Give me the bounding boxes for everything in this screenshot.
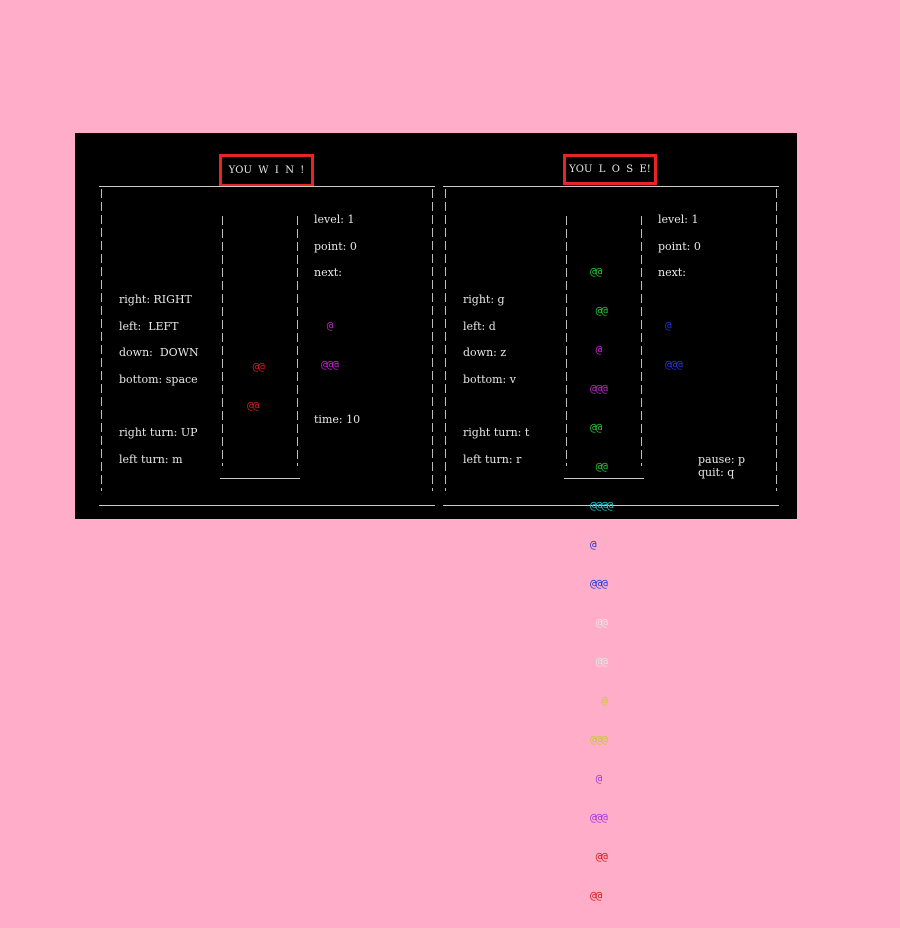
player2-stack-row: @ (590, 694, 608, 707)
player1-control-left-turn: left turn: m (119, 453, 183, 466)
player2-pause-key: pause: p (698, 453, 746, 466)
player1-falling-piece-row: @@ (247, 360, 265, 373)
player1-control-right-turn: right turn: UP (119, 426, 198, 439)
player1-well-left-wall (222, 216, 223, 466)
player1-left-border (101, 189, 102, 491)
player2-stack: @@ @@ @ @@@ @@ @@ @@@@ @ @@@ @@ @@ @ @@@… (590, 239, 613, 928)
player1-point: point: 0 (314, 240, 357, 253)
player1-next-piece-row: @@@ (321, 358, 339, 371)
player1-next-piece: @ @@@ (321, 293, 344, 397)
game-terminal: YOU W I N ! right: RIGHT left: LEFT down… (75, 133, 797, 902)
player1-top-border (99, 186, 435, 187)
player1-bottom-border (99, 505, 435, 506)
player2-stack-row: @@@ (590, 382, 608, 395)
player1-next-label: next: (314, 266, 342, 279)
player2-stack-row: @ (590, 772, 603, 785)
player1-control-bottom: bottom: space (119, 373, 198, 386)
player1-time: time: 10 (314, 413, 361, 426)
player2-stack-row: @@ (590, 304, 608, 317)
player2-stack-row: @@ (590, 655, 608, 668)
player2-stack-row: @@ (590, 850, 608, 863)
player2-stack-row: @@ (590, 265, 602, 278)
player2-well-right-wall (641, 216, 642, 466)
player2-stack-row: @@ (590, 616, 608, 629)
player2-next-label: next: (658, 266, 686, 279)
player2-well-left-wall (566, 216, 567, 466)
player2-stack-row: @ (590, 343, 603, 356)
player2-status-banner: YOU L O S E! (563, 154, 657, 185)
player1-falling-piece-row: @@ (247, 399, 259, 412)
player2-control-left: left: d (463, 320, 496, 333)
player2-quit-key: quit: q (698, 466, 735, 479)
player1-level: level: 1 (314, 213, 355, 226)
player2-next-piece-row: @@@ (665, 358, 683, 371)
player2-control-down: down: z (463, 346, 507, 359)
player2-control-right-turn: right turn: t (463, 426, 530, 439)
player2-top-border (443, 186, 779, 187)
player2-right-border (776, 189, 777, 491)
player1-well-right-wall (297, 216, 298, 466)
player2-left-border (445, 189, 446, 491)
player2-point: point: 0 (658, 240, 701, 253)
player2-stack-row: @@@ (590, 811, 608, 824)
player2-level: level: 1 (658, 213, 699, 226)
player2-next-piece: @ @@@ (665, 293, 688, 397)
player1-next-piece-row: @ (321, 319, 334, 332)
player2-next-piece-row: @ (665, 319, 672, 332)
player1-right-border (432, 189, 433, 491)
player2-control-bottom: bottom: v (463, 373, 516, 386)
player1-control-left: left: LEFT (119, 320, 179, 333)
player2-stack-row: @@ (590, 889, 602, 902)
player2-stack-row: @@ (590, 421, 602, 434)
player1-status-text: YOU W I N ! (228, 165, 305, 176)
player2-stack-row: @ (590, 538, 597, 551)
player1-control-right: right: RIGHT (119, 293, 192, 306)
player1-status-banner: YOU W I N ! (219, 154, 314, 187)
player1-well-floor (220, 478, 300, 479)
player2-control-right: right: g (463, 293, 505, 306)
player1-control-down: down: DOWN (119, 346, 199, 359)
player1-falling-piece: @@ @@ (247, 334, 270, 438)
player2-status-text: YOU L O S E! (569, 164, 651, 175)
player2-control-left-turn: left turn: r (463, 453, 522, 466)
player2-stack-row: @@@ (590, 577, 608, 590)
player2-stack-row: @@@@ (590, 499, 613, 512)
player2-stack-row: @@ (590, 460, 608, 473)
player2-stack-row: @@@ (590, 733, 608, 746)
